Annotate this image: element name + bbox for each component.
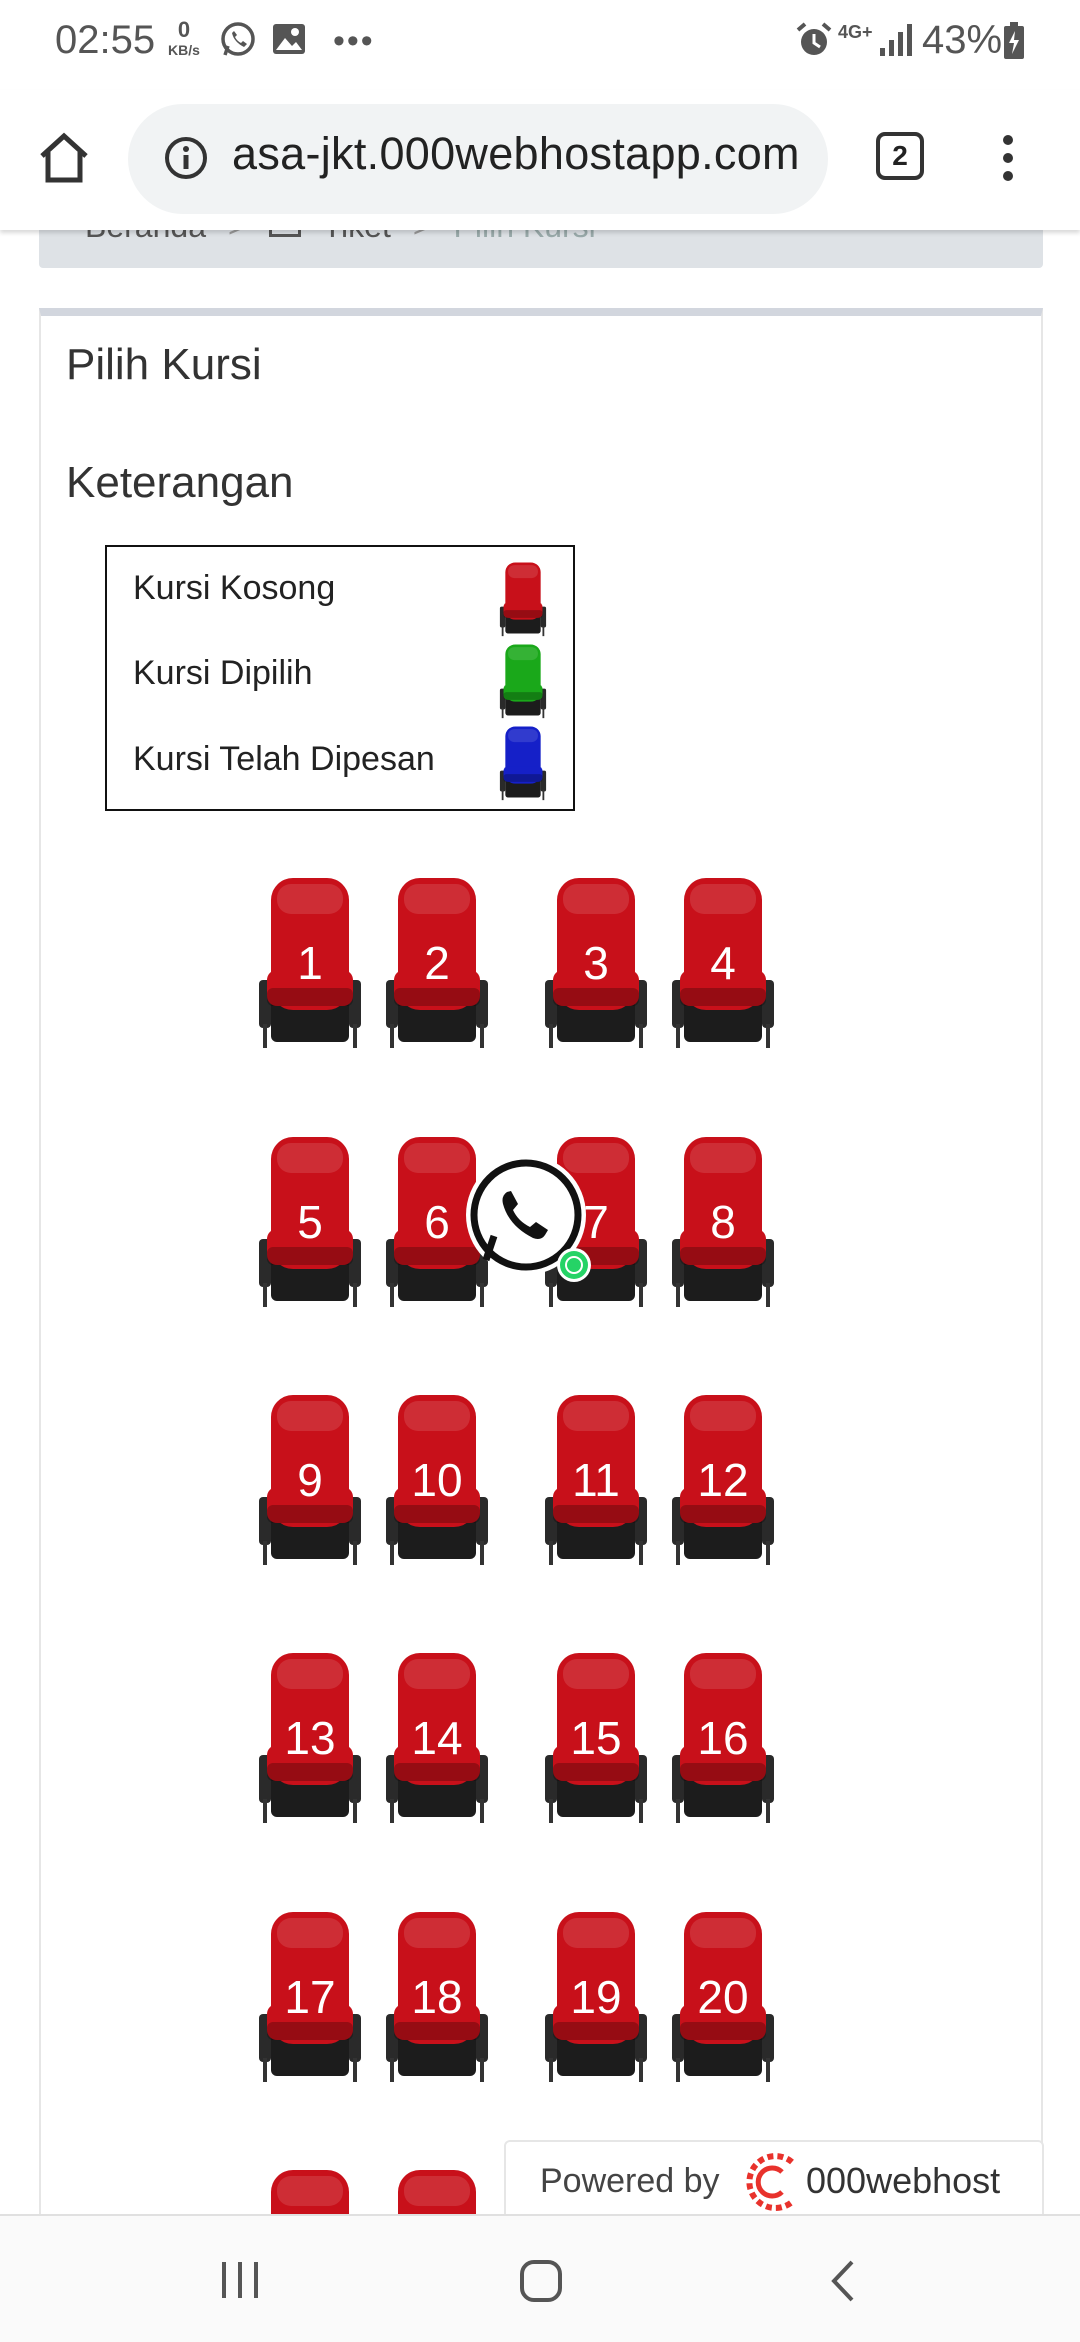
seat-number: 5 [297, 1196, 323, 1248]
seat-17[interactable]: 17 [257, 1904, 363, 2084]
seat-number: 11 [572, 1454, 620, 1506]
seat-number: 9 [297, 1454, 323, 1506]
whatsapp-chat-button[interactable] [462, 1152, 592, 1282]
breadcrumb-tiket[interactable]: Tiket [323, 230, 391, 244]
seat-2[interactable]: 2 [384, 870, 490, 1050]
seat-number: 2 [424, 937, 450, 989]
seat-number: 3 [583, 937, 609, 989]
home-nav-button[interactable] [518, 2258, 564, 2309]
seat-number: 4 [710, 937, 736, 989]
battery-percent: 43% [922, 18, 1003, 62]
legend-title: Keterangan [66, 458, 294, 507]
breadcrumb-home[interactable]: Beranda [85, 230, 206, 244]
seat-3[interactable]: 3 [543, 870, 649, 1050]
seat-number: 13 [284, 1712, 336, 1764]
seat-14[interactable]: 14 [384, 1645, 490, 1825]
000webhost-logo-icon [736, 2152, 800, 2217]
powered-by-brand: 000webhost [806, 2160, 1001, 2201]
seat-19[interactable]: 19 [543, 1904, 649, 2084]
system-navigation-bar [0, 2214, 1080, 2342]
home-circle-icon [520, 2260, 562, 2302]
seat-number: 1 [297, 937, 323, 989]
info-icon[interactable] [164, 136, 208, 180]
status-bar: 02:55 0 KB/s ••• 4G+ 43% [0, 0, 1080, 90]
breadcrumb: Beranda>Tiket>Pilih Kursi [39, 230, 1043, 268]
breadcrumb-current: Pilih Kursi [454, 230, 596, 244]
seat-18[interactable]: 18 [384, 1904, 490, 2084]
more-vert-icon [1003, 135, 1013, 181]
ticket-icon [268, 230, 301, 237]
recent-apps-button[interactable] [218, 2260, 262, 2305]
seat-empty-icon [499, 559, 547, 637]
seat-12[interactable]: 12 [670, 1387, 776, 1567]
back-icon [831, 2260, 854, 2302]
back-button[interactable] [828, 2258, 858, 2309]
seat-15[interactable]: 15 [543, 1645, 649, 1825]
seat-number: 8 [710, 1196, 736, 1248]
clock: 02:55 [55, 18, 156, 62]
alarm-icon [794, 20, 834, 65]
whatsapp-notification-icon [218, 20, 258, 65]
seat-20[interactable]: 20 [670, 1904, 776, 2084]
seat-5[interactable]: 5 [257, 1129, 363, 1309]
image-notification-icon [270, 20, 308, 63]
browser-toolbar: asa-jkt.000webhostapp.com 2 [0, 90, 1080, 230]
powered-by-text: Powered by [540, 2162, 720, 2200]
tab-switcher-button[interactable]: 2 [876, 132, 924, 180]
powered-by-badge[interactable]: Powered by 000webhost [504, 2140, 1044, 2224]
seat-legend: Kursi Kosong Kursi Dipilih Kursi Telah D… [105, 545, 575, 811]
url-text[interactable]: asa-jkt.000webhostapp.com [232, 128, 800, 180]
url-bar[interactable]: asa-jkt.000webhostapp.com [128, 104, 828, 214]
seat-number: 16 [697, 1712, 749, 1764]
seat-9[interactable]: 9 [257, 1387, 363, 1567]
net-speed: 0 KB/s [168, 17, 200, 60]
seat-1[interactable]: 1 [257, 870, 363, 1050]
seat-10[interactable]: 10 [384, 1387, 490, 1567]
recent-apps-icon [222, 2262, 258, 2298]
legend-label-kosong: Kursi Kosong [133, 569, 336, 607]
legend-label-dipilih: Kursi Dipilih [133, 654, 313, 692]
seat-4[interactable]: 4 [670, 870, 776, 1050]
whatsapp-icon [466, 1155, 591, 1282]
seat-number: 12 [697, 1454, 749, 1506]
battery-charging-icon [1003, 22, 1025, 65]
seat-16[interactable]: 16 [670, 1645, 776, 1825]
net-speed-unit: KB/s [168, 42, 200, 58]
more-notifications-icon: ••• [333, 22, 375, 60]
signal-icon [878, 20, 914, 65]
home-icon [40, 132, 88, 183]
seat-11[interactable]: 11 [543, 1387, 649, 1567]
seat-number: 14 [411, 1712, 463, 1764]
seat-selected-icon [499, 641, 547, 719]
seat-8[interactable]: 8 [670, 1129, 776, 1309]
seat-number: 15 [570, 1712, 622, 1764]
seat-number: 20 [697, 1971, 749, 2023]
net-speed-value: 0 [177, 17, 191, 42]
seat-number: 10 [411, 1454, 463, 1506]
seat-number: 19 [570, 1971, 622, 2023]
overflow-menu-button[interactable] [996, 128, 1020, 188]
seat-13[interactable]: 13 [257, 1645, 363, 1825]
seat-number: 18 [411, 1971, 463, 2023]
page-title: Pilih Kursi [66, 340, 262, 389]
seat-booked-icon [499, 723, 547, 801]
home-button[interactable] [34, 128, 94, 188]
legend-label-dipesan: Kursi Telah Dipesan [133, 740, 435, 778]
seat-number: 17 [284, 1971, 336, 2023]
network-type-icon: 4G+ [838, 22, 873, 42]
